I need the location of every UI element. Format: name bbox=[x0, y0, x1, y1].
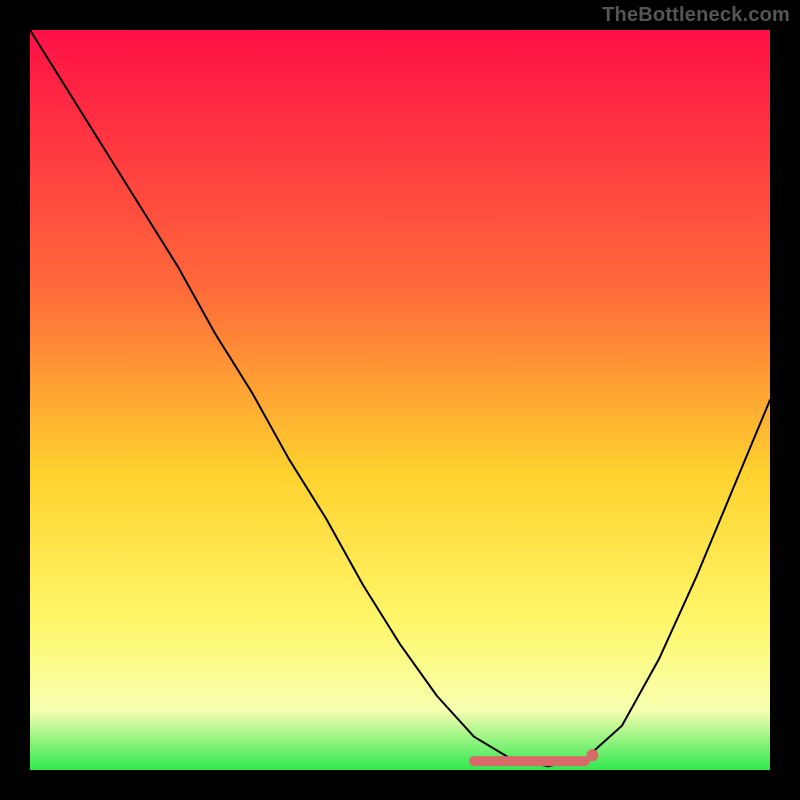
chart-svg bbox=[30, 30, 770, 770]
chart-plot-area bbox=[30, 30, 770, 770]
optimal-marker-dot bbox=[586, 749, 598, 761]
chart-frame: TheBottleneck.com bbox=[0, 0, 800, 800]
watermark-text: TheBottleneck.com bbox=[602, 4, 790, 27]
